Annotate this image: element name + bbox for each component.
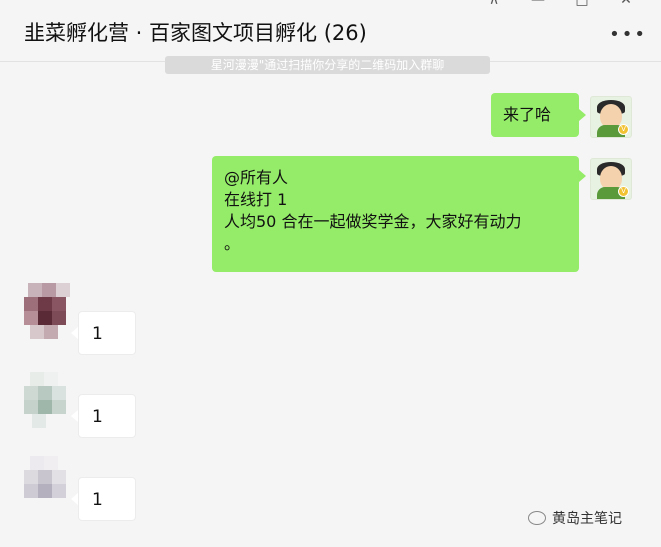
avatar-self[interactable]: V — [590, 158, 632, 200]
window-controls: ⊼ — □ ✕ — [487, 0, 633, 7]
avatar-blurred[interactable] — [20, 368, 75, 428]
chat-header: 韭菜孵化营 · 百家图文项目孵化 (26) ⊼ — □ ✕ ••• — [0, 0, 661, 62]
vip-badge-icon: V — [618, 186, 629, 197]
bubble-tail — [579, 109, 586, 121]
wechat-icon — [528, 511, 546, 525]
message-bubble-self[interactable]: 来了哈 — [491, 93, 579, 137]
avatar-self[interactable]: V — [590, 96, 632, 138]
pin-icon[interactable]: ⊼ — [487, 0, 501, 7]
message-line: 。 — [224, 234, 241, 253]
message-bubble-self[interactable]: @所有人 在线打 1 人均50 合在一起做奖学金，大家好有动力 。 — [212, 156, 579, 272]
message-line: 在线打 1 — [224, 190, 288, 209]
message-bubble-other[interactable]: 1 — [78, 394, 136, 438]
bubble-tail — [71, 410, 78, 422]
bubble-tail — [579, 170, 586, 182]
minimize-icon[interactable]: — — [531, 0, 545, 7]
bubble-tail — [71, 493, 78, 505]
avatar-blurred[interactable] — [20, 452, 75, 512]
message-line: @所有人 — [224, 168, 289, 187]
vip-badge-icon: V — [618, 124, 629, 135]
close-icon[interactable]: ✕ — [619, 0, 633, 7]
message-line: 人均50 合在一起做奖学金，大家好有动力 — [224, 212, 522, 231]
maximize-icon[interactable]: □ — [575, 0, 589, 7]
bubble-tail — [71, 327, 78, 339]
system-notice: 星河漫漫"通过扫描你分享的二维码加入群聊 — [165, 56, 490, 74]
message-bubble-other[interactable]: 1 — [78, 311, 136, 355]
avatar-blurred[interactable] — [20, 283, 75, 343]
chat-title: 韭菜孵化营 · 百家图文项目孵化 (26) — [24, 21, 367, 45]
watermark-text: 黄岛主笔记 — [552, 511, 622, 527]
message-bubble-other[interactable]: 1 — [78, 477, 136, 521]
watermark: 黄岛主笔记 — [528, 508, 622, 528]
more-options-icon[interactable]: ••• — [609, 24, 647, 45]
